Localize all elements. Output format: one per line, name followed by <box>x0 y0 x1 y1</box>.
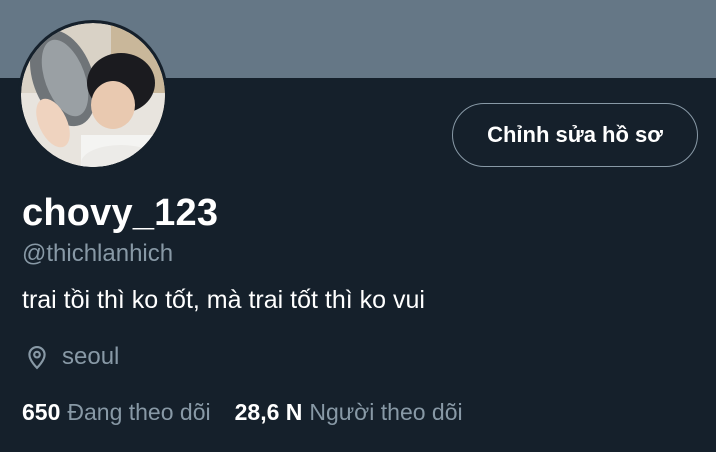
profile-bio: trai tồi thì ko tốt, mà trai tốt thì ko … <box>22 286 425 314</box>
edit-profile-button[interactable]: Chỉnh sửa hồ sơ <box>452 103 698 167</box>
profile-handle: @thichlanhich <box>22 240 174 267</box>
following-label: Đang theo dõi <box>67 399 211 425</box>
followers-label: Người theo dõi <box>309 399 463 425</box>
location-pin-icon <box>24 344 50 370</box>
following-count: 650 <box>22 399 61 425</box>
followers-link[interactable]: 28,6 N Người theo dõi <box>235 399 463 426</box>
profile-location: seoul <box>24 343 119 371</box>
following-link[interactable]: 650 Đang theo dõi <box>22 399 211 426</box>
display-name: chovy_123 <box>22 192 219 234</box>
profile-page: Chỉnh sửa hồ sơ chovy_123 @thichlanhich … <box>0 0 716 452</box>
followers-count: 28,6 N <box>234 399 303 425</box>
avatar[interactable] <box>18 20 168 170</box>
avatar-photo <box>21 23 165 167</box>
profile-stats: 650 Đang theo dõi 28,6 N Người theo dõi <box>22 399 487 426</box>
location-text: seoul <box>62 343 120 370</box>
